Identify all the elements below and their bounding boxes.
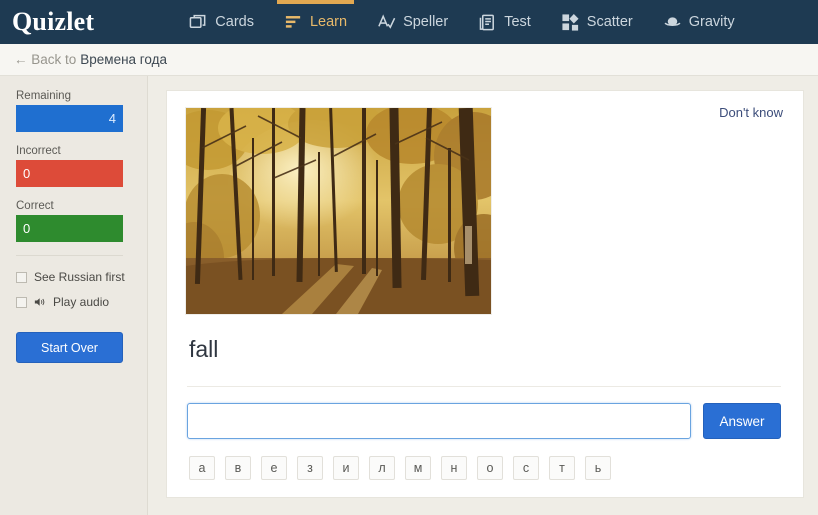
progress-stats: Remaining 4 Incorrect 0 Correct 0 xyxy=(16,90,147,242)
sidebar: Remaining 4 Incorrect 0 Correct 0 See Russian… xyxy=(0,76,148,515)
nav-item-cards[interactable]: Cards xyxy=(174,0,269,44)
stat-label-remaining: Remaining xyxy=(16,90,71,102)
nav-item-scatter[interactable]: Scatter xyxy=(546,0,648,44)
speaker-icon xyxy=(34,296,46,308)
stat-label-correct: Correct xyxy=(16,200,54,212)
special-char-button[interactable]: ь xyxy=(585,456,611,480)
stat-bar-correct: 0 xyxy=(16,215,123,242)
autumn-forest-photo xyxy=(186,108,491,314)
stat-label-incorrect: Incorrect xyxy=(16,145,61,157)
nav-items: Cards Learn Speller Test Scatter Gravity xyxy=(174,0,749,44)
special-char-button[interactable]: т xyxy=(549,456,575,480)
learn-icon xyxy=(284,13,303,32)
stat-value-correct: 0 xyxy=(23,221,31,236)
option-label: See Russian first xyxy=(34,270,125,284)
answer-input[interactable] xyxy=(187,403,691,439)
breadcrumb[interactable]: ← Back to Времена года xyxy=(0,44,818,76)
scatter-icon xyxy=(561,13,580,32)
stat-value-incorrect: 0 xyxy=(23,166,31,181)
learn-card: Don't know fall Answer а в е з и л м н о… xyxy=(166,90,804,498)
stat-value-remaining: 4 xyxy=(108,111,116,126)
nav-item-label: Learn xyxy=(309,14,348,30)
answer-row: Answer xyxy=(185,403,781,439)
nav-item-label: Cards xyxy=(215,14,254,30)
top-navigation-bar: Quizlet Cards Learn Speller Test Scatter Grav… xyxy=(0,0,818,44)
special-char-button[interactable]: з xyxy=(297,456,323,480)
term-text: fall xyxy=(189,336,219,362)
special-char-button[interactable]: а xyxy=(189,456,215,480)
nav-item-label: Scatter xyxy=(586,14,633,30)
answer-button[interactable]: Answer xyxy=(703,403,781,439)
option-see-russian-first[interactable]: See Russian first xyxy=(16,270,147,284)
special-char-button[interactable]: с xyxy=(513,456,539,480)
option-play-audio[interactable]: Play audio xyxy=(16,295,147,309)
special-char-button[interactable]: м xyxy=(405,456,431,480)
nav-item-label: Speller xyxy=(403,14,449,30)
nav-item-learn[interactable]: Learn xyxy=(269,0,362,44)
special-char-button[interactable]: н xyxy=(441,456,467,480)
term-image xyxy=(185,107,492,315)
stat-bar-remaining: 4 xyxy=(16,105,123,132)
cards-icon xyxy=(189,13,208,32)
special-char-button[interactable]: в xyxy=(225,456,251,480)
stat-bar-incorrect: 0 xyxy=(16,160,123,187)
dont-know-link[interactable]: Don't know xyxy=(719,105,783,120)
quizlet-logo[interactable]: Quizlet xyxy=(0,0,94,44)
start-over-button[interactable]: Start Over xyxy=(16,332,123,363)
special-char-button[interactable]: о xyxy=(477,456,503,480)
special-char-button[interactable]: и xyxy=(333,456,359,480)
sidebar-divider xyxy=(16,255,123,256)
section-divider xyxy=(187,386,781,387)
gravity-icon xyxy=(663,13,682,32)
option-label: Play audio xyxy=(53,295,110,309)
nav-item-label: Test xyxy=(504,14,531,30)
set-title[interactable]: Времена года xyxy=(80,52,167,67)
page-body: Remaining 4 Incorrect 0 Correct 0 See Russian… xyxy=(0,76,818,515)
nav-item-gravity[interactable]: Gravity xyxy=(648,0,750,44)
back-link-label[interactable]: ← Back to xyxy=(14,52,76,67)
sidebar-options: See Russian first Play audio xyxy=(16,270,147,309)
main-content: Don't know fall Answer а в е з и л м н о… xyxy=(148,76,818,515)
checkbox[interactable] xyxy=(16,296,27,308)
nav-item-test[interactable]: Test xyxy=(463,0,546,44)
nav-item-label: Gravity xyxy=(688,14,735,30)
test-icon xyxy=(478,13,497,32)
special-char-button[interactable]: л xyxy=(369,456,395,480)
speller-icon xyxy=(377,13,396,32)
nav-item-speller[interactable]: Speller xyxy=(362,0,463,44)
special-char-button[interactable]: е xyxy=(261,456,287,480)
special-characters-row: авезилмность xyxy=(185,456,781,480)
checkbox[interactable] xyxy=(16,271,27,283)
